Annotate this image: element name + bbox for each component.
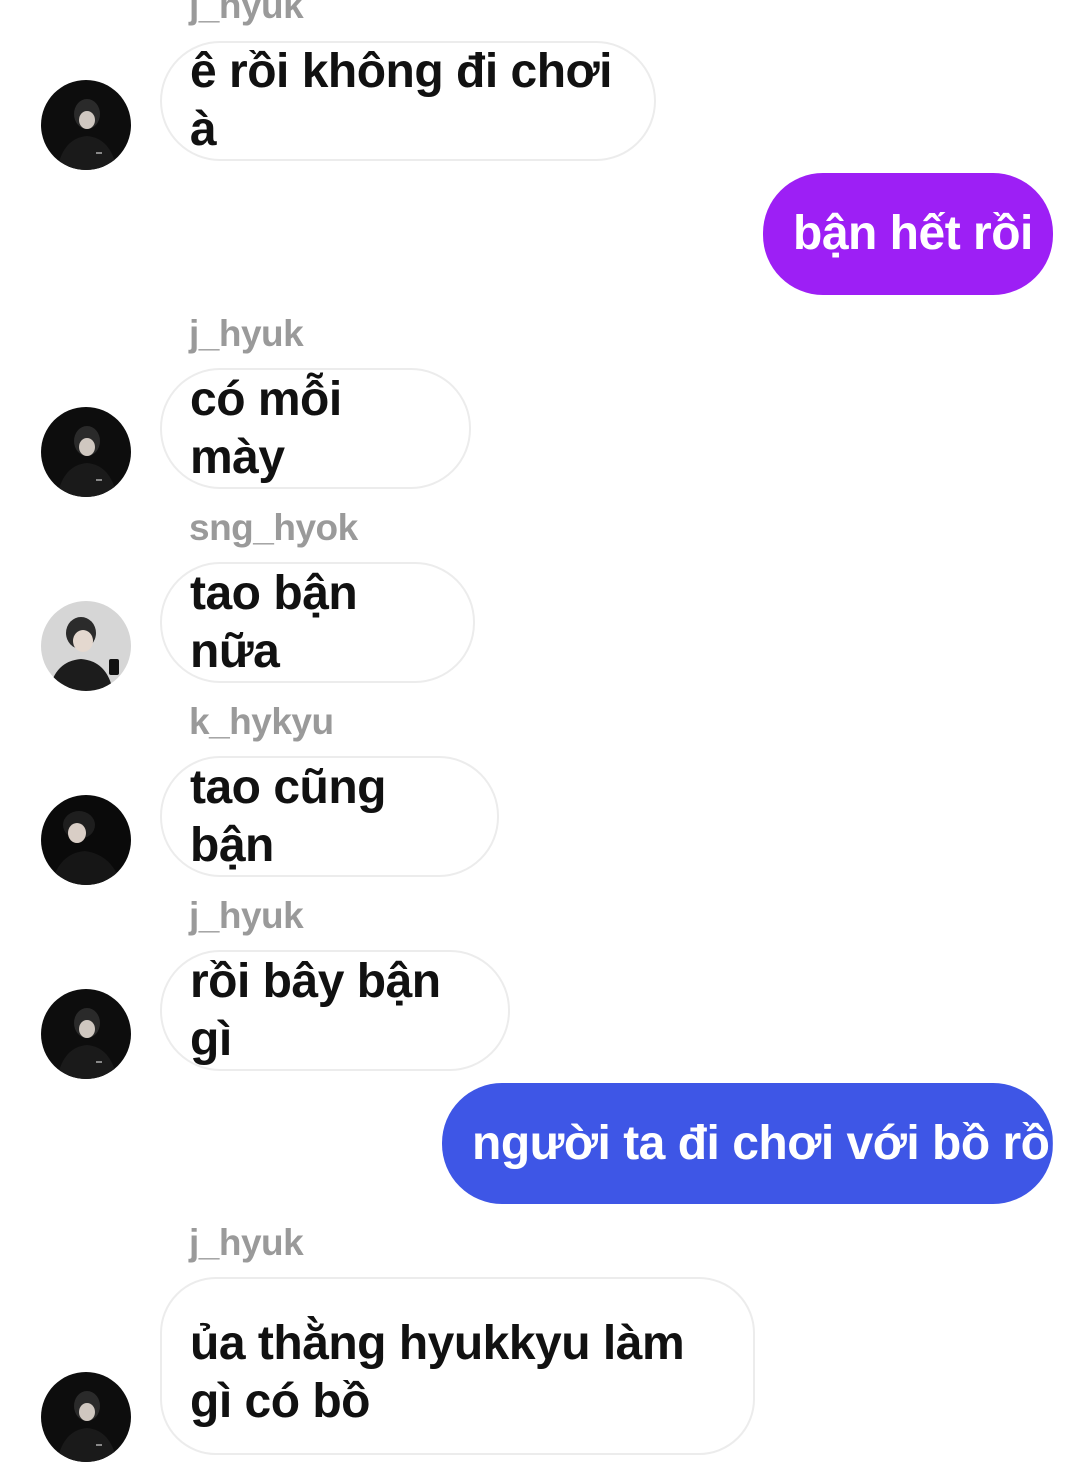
incoming-message-bubble[interactable]: tao cũng bận	[160, 756, 499, 877]
sender-name: k_hykyu	[189, 701, 334, 742]
sender-name: j_hyuk	[189, 313, 304, 354]
chat-thread[interactable]: j_hyuk ê rồi không đi chơi à bận hết rồi…	[0, 0, 1078, 1475]
message-text: ê rồi không đi chơi à	[190, 45, 612, 156]
message-text: có mỗi mày	[190, 372, 342, 484]
outgoing-message-bubble[interactable]: người ta đi chơi với bồ rồi	[442, 1083, 1063, 1204]
message-text: bận hết rồi	[793, 207, 1033, 260]
sender-name: j_hyuk	[189, 895, 304, 936]
message-text: tao bận nữa	[190, 566, 358, 678]
incoming-message-bubble[interactable]: ủa thằng hyukkyu làm gì có bồ	[160, 1277, 755, 1455]
incoming-message-bubble[interactable]: ê rồi không đi chơi à	[160, 41, 656, 161]
avatar-j_hyuk-icon[interactable]	[41, 1372, 131, 1462]
sender-name: sng_hyok	[189, 507, 358, 548]
avatar-j_hyuk-icon[interactable]	[41, 407, 131, 497]
outgoing-message-bubble[interactable]: bận hết rồi	[763, 173, 1053, 295]
message-text: tao cũng bận	[190, 760, 387, 872]
avatar-sng_hyok-icon[interactable]	[41, 601, 131, 691]
sender-name: j_hyuk	[189, 1222, 304, 1263]
avatar-j_hyuk-icon[interactable]	[41, 80, 131, 170]
incoming-message-bubble[interactable]: có mỗi mày	[160, 368, 471, 489]
message-text: ủa thằng hyukkyu làm gì có bồ	[190, 1317, 685, 1428]
message-text: người ta đi chơi với bồ rồi	[472, 1116, 1063, 1170]
avatar-j_hyuk-icon[interactable]	[41, 989, 131, 1079]
incoming-message-bubble[interactable]: rồi bây bận gì	[160, 950, 510, 1071]
incoming-message-bubble[interactable]: tao bận nữa	[160, 562, 475, 683]
sender-name: j_hyuk	[189, 0, 304, 26]
avatar-k_hykyu-icon[interactable]	[41, 795, 131, 885]
message-text: rồi bây bận gì	[190, 954, 441, 1066]
